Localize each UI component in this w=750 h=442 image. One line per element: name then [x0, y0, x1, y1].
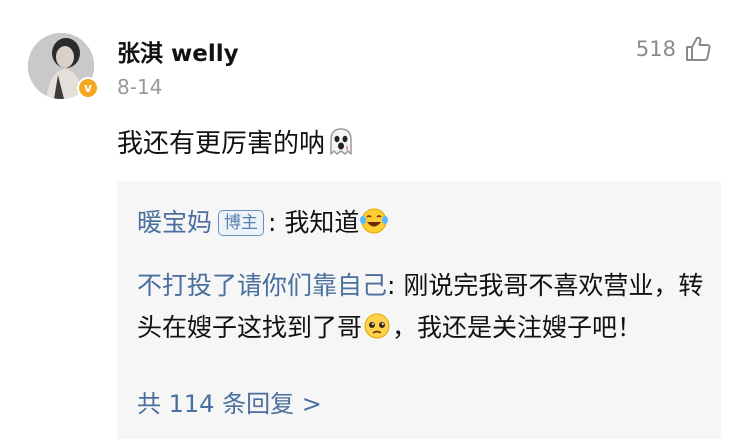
- reply-separator: :: [268, 208, 285, 237]
- reply-text-continued: ，我还是关注嫂子吧！: [392, 313, 643, 342]
- thumbs-up-icon: [686, 36, 711, 61]
- reply-author[interactable]: 不打投了请你们靠自己: [137, 271, 387, 300]
- like-button[interactable]: 518: [636, 35, 712, 63]
- reply-item: 暖宝妈 博主: 我知道: [137, 202, 389, 244]
- reply-item: 不打投了请你们靠自己: 刚说完我哥不喜欢营业，转头在嫂子这找到了哥 ，我还是关注…: [137, 265, 705, 349]
- reply-separator: :: [387, 271, 404, 300]
- pleading-face-emoji-icon: [364, 313, 390, 339]
- laughing-tears-emoji-icon: [360, 208, 389, 234]
- reply-text: 我知道: [284, 208, 360, 237]
- author-badge: 博主: [218, 210, 265, 236]
- comment-body: 我还有更厉害的呐: [117, 129, 326, 159]
- ghost-emoji-icon: [330, 127, 352, 155]
- username[interactable]: 张淇 welly: [117, 34, 239, 68]
- comment-date: 8-14: [117, 75, 163, 99]
- like-count: 518: [635, 37, 676, 61]
- reply-author[interactable]: 暖宝妈: [137, 208, 212, 237]
- comment-text: 我还有更厉害的呐: [117, 123, 357, 160]
- replies-panel: 暖宝妈 博主: 我知道 不打投了请你们靠自己: 刚说完我哥不喜欢营业，转头在嫂子这…: [117, 181, 721, 439]
- verified-badge-icon: v: [77, 77, 99, 99]
- view-more-replies-link[interactable]: 共 114 条回复 >: [137, 384, 322, 419]
